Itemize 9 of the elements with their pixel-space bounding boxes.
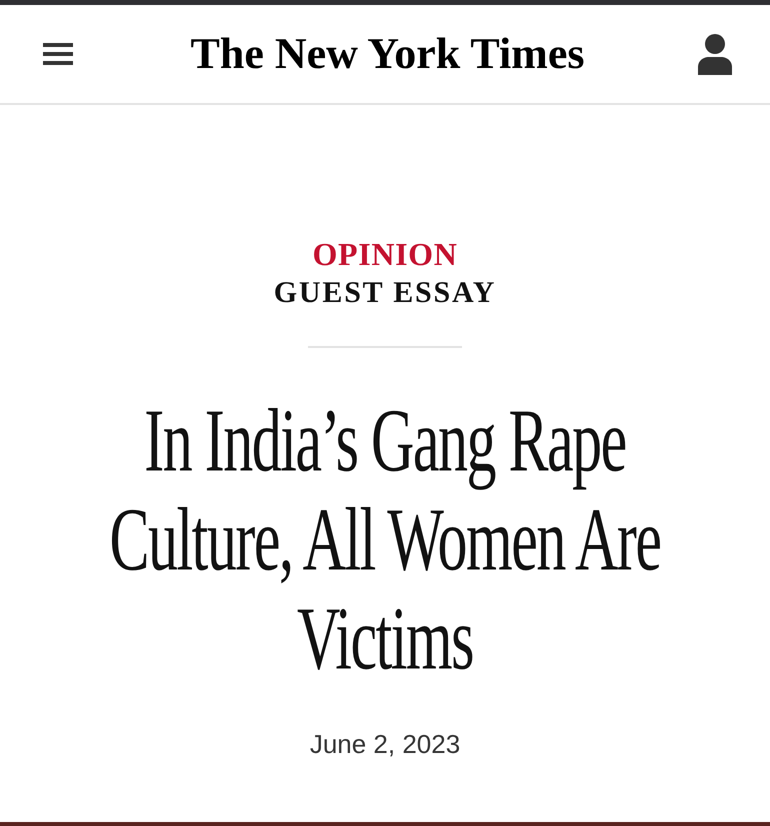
- article-headline: In India’s Gang Rape Culture, All Women Are Victims: [108, 391, 662, 688]
- person-icon: [698, 34, 732, 74]
- menu-button[interactable]: [43, 43, 73, 65]
- account-button[interactable]: [698, 34, 732, 74]
- menu-icon: [43, 43, 73, 65]
- site-logo[interactable]: The New York Times: [190, 29, 584, 79]
- publish-date: June 2, 2023: [310, 728, 460, 760]
- section-label[interactable]: OPINION: [312, 236, 458, 272]
- article-type-label: GUEST ESSAY: [274, 275, 496, 311]
